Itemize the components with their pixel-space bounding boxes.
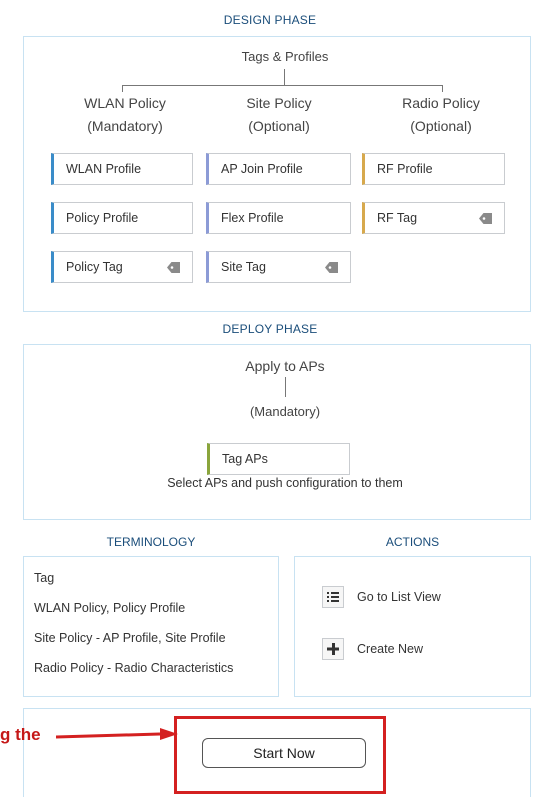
apply-to-aps-label: Apply to APs	[245, 358, 325, 374]
create-new-label: Create New	[357, 642, 423, 656]
flex-profile-card[interactable]: Flex Profile	[206, 202, 351, 234]
go-to-list-view-label: Go to List View	[357, 590, 441, 604]
highlight-box	[174, 716, 386, 794]
rf-profile-card[interactable]: RF Profile	[362, 153, 505, 185]
policy-tag-label: Policy Tag	[66, 260, 123, 274]
annotation-text: g the	[0, 725, 41, 744]
tag-icon	[479, 213, 492, 224]
deploy-connector	[285, 377, 286, 397]
term-site-policy: Site Policy - AP Profile, Site Profile	[34, 631, 226, 645]
plus-icon	[322, 638, 344, 660]
radio-policy-heading: Radio Policy	[402, 95, 480, 111]
tree-connector-vertical	[284, 69, 285, 86]
rf-profile-label: RF Profile	[377, 162, 433, 176]
design-phase-title: DESIGN PHASE	[223, 13, 317, 27]
site-policy-subtitle: (Optional)	[248, 118, 310, 134]
radio-policy-subtitle: (Optional)	[410, 118, 472, 134]
tags-profiles-label: Tags & Profiles	[241, 49, 329, 64]
go-to-list-view-action[interactable]: Go to List View	[322, 586, 502, 610]
list-icon	[322, 586, 344, 608]
flex-profile-label: Flex Profile	[221, 211, 284, 225]
tree-connector-left	[122, 85, 123, 92]
rf-tag-label: RF Tag	[377, 211, 418, 225]
site-tag-label: Site Tag	[221, 260, 266, 274]
wlan-profile-card[interactable]: WLAN Profile	[51, 153, 193, 185]
actions-panel	[294, 556, 531, 697]
ap-join-profile-card[interactable]: AP Join Profile	[206, 153, 351, 185]
deploy-mandatory-label: (Mandatory)	[249, 404, 321, 419]
policy-profile-label: Policy Profile	[66, 211, 139, 225]
tree-connector-right	[442, 85, 443, 92]
wlan-profile-label: WLAN Profile	[66, 162, 142, 176]
tag-icon	[167, 262, 180, 273]
site-policy-heading: Site Policy	[246, 95, 312, 111]
terminology-title: TERMINOLOGY	[106, 535, 196, 549]
site-tag-card[interactable]: Site Tag	[206, 251, 351, 283]
create-new-action[interactable]: Create New	[322, 638, 502, 662]
tag-aps-label: Tag APs	[222, 452, 268, 466]
annotation-arrow-icon	[56, 728, 178, 740]
wlan-policy-heading: WLAN Policy	[84, 95, 166, 111]
tag-icon	[325, 262, 338, 273]
policy-profile-card[interactable]: Policy Profile	[51, 202, 193, 234]
policy-tag-card[interactable]: Policy Tag	[51, 251, 193, 283]
terminology-panel	[23, 556, 279, 697]
term-tag: Tag	[34, 571, 55, 585]
tree-connector-horizontal	[122, 85, 443, 86]
actions-title: ACTIONS	[385, 535, 440, 549]
deploy-phase-title: DEPLOY PHASE	[222, 322, 318, 336]
deploy-description: Select APs and push configuration to the…	[167, 476, 403, 490]
tag-aps-card[interactable]: Tag APs	[207, 443, 350, 475]
term-wlan-policy: WLAN Policy, Policy Profile	[34, 601, 186, 615]
ap-join-profile-label: AP Join Profile	[221, 162, 303, 176]
term-radio-policy: Radio Policy - Radio Characteristics	[34, 661, 234, 675]
rf-tag-card[interactable]: RF Tag	[362, 202, 505, 234]
wlan-policy-subtitle: (Mandatory)	[87, 118, 163, 134]
